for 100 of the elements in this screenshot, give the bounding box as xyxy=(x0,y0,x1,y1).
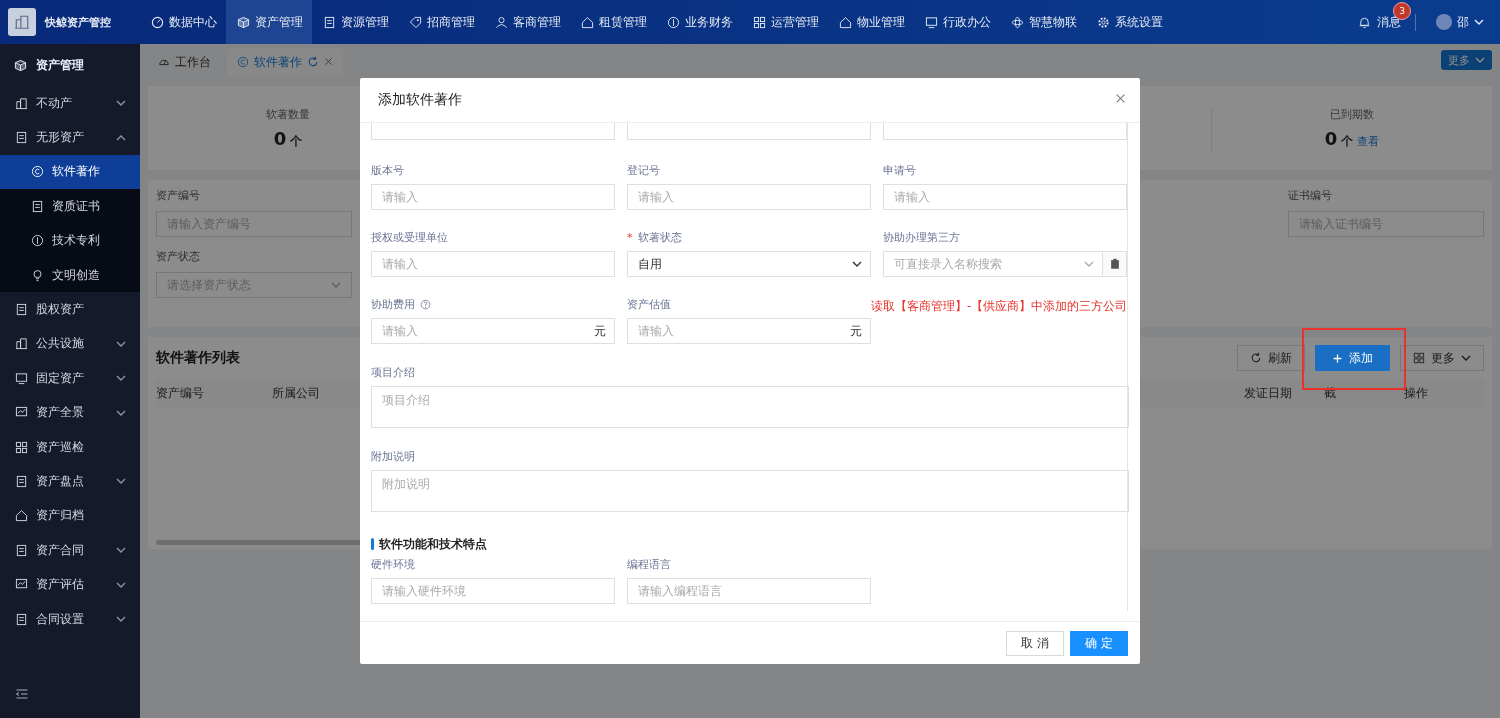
chevron-icon xyxy=(1084,261,1094,267)
document-icon xyxy=(15,543,28,557)
avatar-icon[interactable] xyxy=(1436,14,1452,30)
sidebar-item[interactable]: 公共设施 xyxy=(0,326,140,362)
document-icon xyxy=(15,131,28,145)
stat-value: 0 xyxy=(273,127,287,149)
refresh-button[interactable]: 刷新 xyxy=(1237,345,1305,371)
field-label: 附加说明 xyxy=(371,448,415,464)
sidebar-item[interactable]: 无形资产 xyxy=(0,120,140,155)
amount-field[interactable]: 请输入 元 xyxy=(627,318,871,344)
grid-icon xyxy=(1413,352,1425,364)
house-icon xyxy=(839,15,852,29)
help-icon[interactable] xyxy=(420,298,431,310)
stat-value: 0 xyxy=(1324,127,1338,149)
filter-label: 资产编号 xyxy=(156,188,201,203)
chevron-icon xyxy=(116,409,126,416)
close-icon[interactable] xyxy=(324,57,333,66)
chevron-icon xyxy=(116,616,126,623)
chevron-icon xyxy=(1461,355,1471,361)
nav-tab[interactable]: 智慧物联 xyxy=(1000,0,1086,44)
refresh-icon[interactable] xyxy=(307,56,319,68)
coin-icon xyxy=(667,15,680,29)
input-field[interactable] xyxy=(371,123,615,140)
cube-icon xyxy=(14,58,27,72)
add-button[interactable]: 添加 xyxy=(1315,345,1390,371)
column-header: 资产编号 xyxy=(156,384,205,402)
bulb-icon xyxy=(31,268,44,282)
nav-tab[interactable]: 招商管理 xyxy=(398,0,484,44)
select-field[interactable]: 自用 xyxy=(627,251,871,277)
sidebar-item[interactable]: 资产巡检 xyxy=(0,429,140,465)
cube-icon xyxy=(237,15,250,29)
chevron-icon xyxy=(116,478,126,485)
settings-icon xyxy=(1097,15,1110,29)
sidebar-item[interactable]: 股权资产 xyxy=(0,292,140,327)
sidebar-subitem[interactable]: 资质证书 xyxy=(0,189,140,224)
house-icon xyxy=(581,15,594,29)
plus-icon xyxy=(1332,352,1343,364)
chevron-icon xyxy=(1474,19,1484,25)
menu-collapse-icon[interactable] xyxy=(15,687,29,701)
house-icon xyxy=(15,509,28,523)
column-header: 操作 xyxy=(1404,384,1429,402)
nav-tab[interactable]: 资产管理 xyxy=(226,0,312,44)
field-label: 申请号 xyxy=(883,162,916,178)
nav-tab[interactable]: 资源管理 xyxy=(312,0,398,44)
stat-unit: 个 xyxy=(290,132,303,150)
nav-tab[interactable]: 运营管理 xyxy=(742,0,828,44)
chevron-icon xyxy=(852,261,862,267)
document-icon xyxy=(15,612,28,626)
nav-tab[interactable]: 数据中心 xyxy=(140,0,226,44)
sidebar-subitem[interactable]: 软件著作 xyxy=(0,154,140,190)
input-field[interactable] xyxy=(627,123,871,140)
building-icon xyxy=(15,96,28,110)
grid-icon xyxy=(753,15,766,29)
sidebar-item[interactable]: 资产评估 xyxy=(0,567,140,602)
sidebar-title: 资产管理 xyxy=(36,56,84,74)
document-icon xyxy=(31,199,44,213)
user-name[interactable]: 邵 xyxy=(1457,13,1469,31)
field-label: 协助费用 xyxy=(371,296,415,312)
nav-tab[interactable]: 行政办公 xyxy=(914,0,1000,44)
gauge-icon xyxy=(151,15,164,29)
nav-tab[interactable]: 客商管理 xyxy=(484,0,570,44)
nav-tab[interactable]: 物业管理 xyxy=(828,0,914,44)
stat-label: 软著数量 xyxy=(266,106,310,122)
chevron-icon xyxy=(116,134,126,141)
cancel-button[interactable]: 取 消 xyxy=(1006,630,1065,656)
chevron-icon xyxy=(116,375,126,382)
filter-label: 证书编号 xyxy=(1288,188,1333,203)
nav-tab[interactable]: 租赁管理 xyxy=(570,0,656,44)
nav-tab[interactable]: 系统设置 xyxy=(1086,0,1172,44)
tag-icon xyxy=(409,15,422,29)
sidebar-item[interactable]: 固定资产 xyxy=(0,361,140,396)
chevron-icon xyxy=(1475,57,1485,63)
clipboard-button[interactable] xyxy=(1103,251,1127,277)
sidebar-item[interactable]: 资产合同 xyxy=(0,533,140,568)
page-tab[interactable]: 工作台 xyxy=(148,48,221,76)
coin-icon xyxy=(31,234,44,248)
sidebar-subitem[interactable]: 技术专利 xyxy=(0,223,140,258)
bell-icon[interactable] xyxy=(1358,15,1371,29)
logo-icon xyxy=(8,8,36,36)
chevron-icon xyxy=(116,581,126,588)
amount-field[interactable]: 请输入 元 xyxy=(371,318,615,344)
more-button[interactable]: 更多 xyxy=(1400,345,1484,371)
input-field[interactable] xyxy=(883,123,1127,140)
app-name: 快鲸资产管控 xyxy=(45,14,111,30)
close-icon[interactable] xyxy=(1115,93,1126,104)
document-icon xyxy=(323,15,336,29)
sidebar-item[interactable]: 资产盘点 xyxy=(0,464,140,499)
atom-icon xyxy=(1011,15,1024,29)
sidebar-subitem[interactable]: 文明创造 xyxy=(0,257,140,293)
field-label: 资产估值 xyxy=(627,296,671,312)
field-label: 版本号 xyxy=(371,162,404,178)
sidebar-item[interactable]: 资产归档 xyxy=(0,498,140,534)
grid-icon xyxy=(15,440,28,454)
sidebar-item[interactable]: 合同设置 xyxy=(0,601,140,637)
sidebar-item[interactable]: 资产全景 xyxy=(0,395,140,430)
section-title: 软件功能和技术特点 xyxy=(379,536,487,552)
sidebar-item[interactable]: 不动产 xyxy=(0,86,140,121)
nav-tab[interactable]: 业务财务 xyxy=(656,0,742,44)
clipboard-icon xyxy=(1108,258,1121,270)
field-label: 授权或受理单位 xyxy=(371,229,448,245)
